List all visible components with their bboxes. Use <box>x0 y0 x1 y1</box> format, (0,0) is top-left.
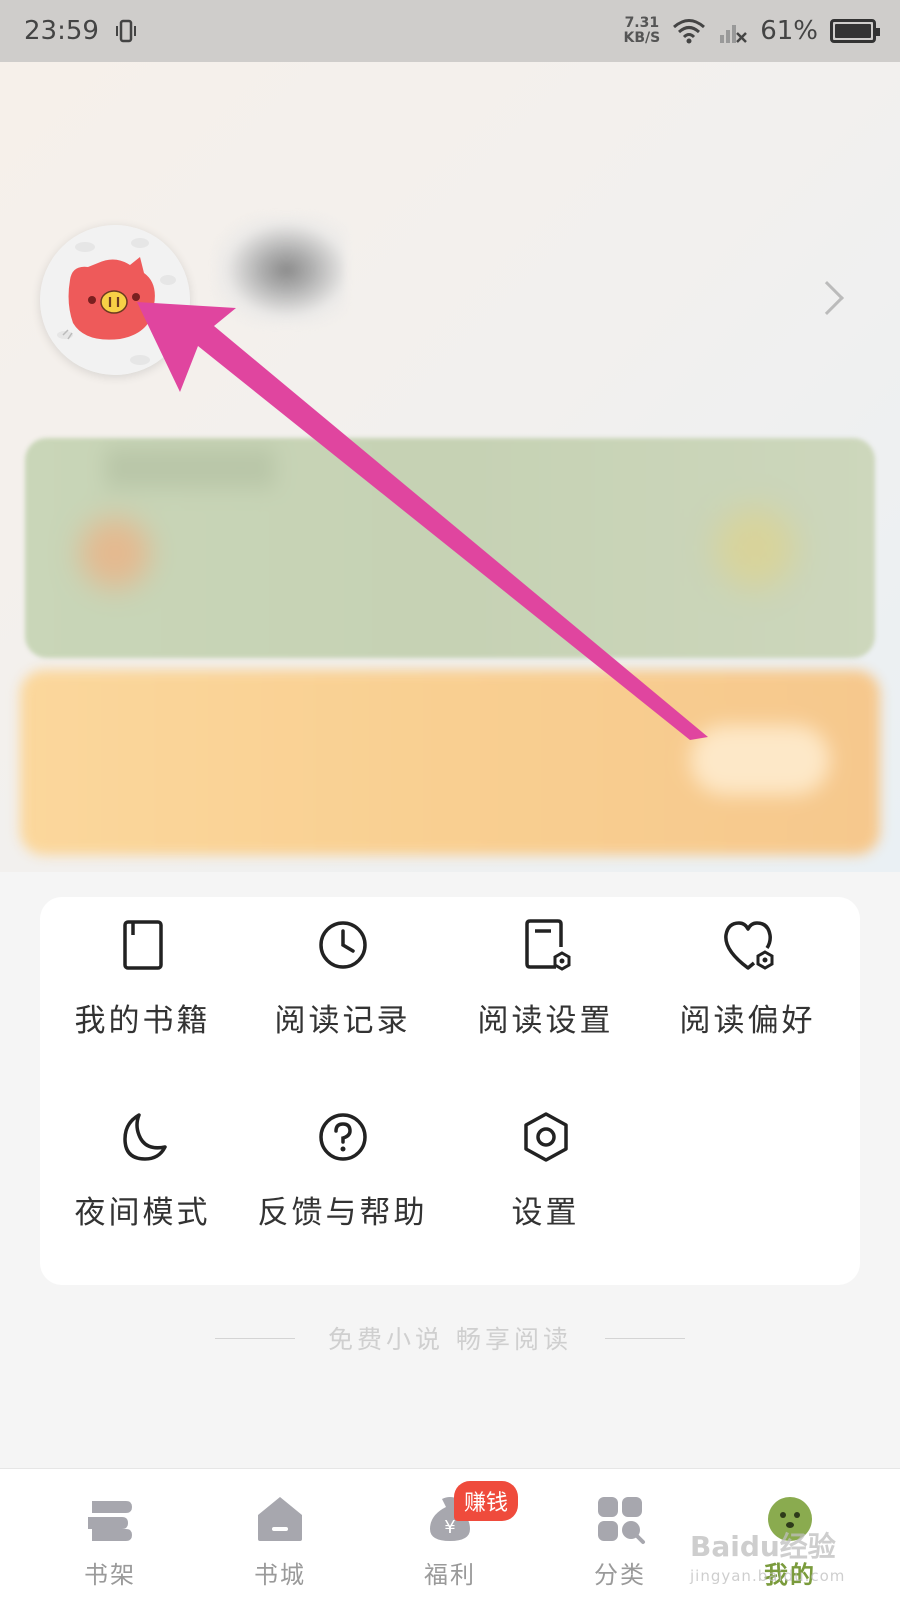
book-icon <box>122 920 163 970</box>
menu-item-settings[interactable]: 设置 <box>443 1089 648 1249</box>
menu-item-label: 阅读记录 <box>274 1003 411 1039</box>
nav-item-bookstore[interactable]: 书城 <box>195 1469 365 1600</box>
menu-item-label: 我的书籍 <box>74 1003 211 1039</box>
status-time: 23:59 <box>24 16 99 46</box>
vip-card-blurred[interactable] <box>25 438 875 658</box>
menu-item-feedback-help[interactable]: 反馈与帮助 <box>240 1089 445 1249</box>
status-right: 7.31 KB/S 61% <box>623 15 880 46</box>
money-bag-wrap: ¥ 赚钱 <box>424 1481 519 1545</box>
tagline-row: 免费小说 畅享阅读 <box>215 1318 685 1358</box>
menu-item-reading-preferences[interactable]: 阅读偏好 <box>645 897 850 1057</box>
watermark-url: jingyan.baidu.com <box>690 1567 846 1585</box>
menu-item-reading-history[interactable]: 阅读记录 <box>240 897 445 1057</box>
nav-item-welfare[interactable]: ¥ 赚钱 福利 <box>365 1469 535 1600</box>
tagline: 免费小说 畅享阅读 <box>328 1325 572 1354</box>
nav-item-bookshelf[interactable]: 书架 <box>25 1469 195 1600</box>
category-grid-icon <box>598 1497 645 1544</box>
status-bar: 23:59 7.31 KB/S 61% <box>0 0 900 62</box>
menu-item-label: 阅读偏好 <box>679 1003 816 1039</box>
menu-item-label: 阅读设置 <box>477 1003 614 1039</box>
clock-icon <box>318 921 367 969</box>
divider <box>604 1337 685 1339</box>
nav-label: 福利 <box>424 1561 476 1589</box>
menu-item-my-books[interactable]: 我的书籍 <box>40 897 245 1057</box>
wifi-icon <box>673 19 706 44</box>
earn-money-badge[interactable]: 赚钱 <box>454 1481 519 1521</box>
watermark-brand: Baidu经验 <box>690 1530 836 1563</box>
hexagon-settings-icon <box>523 1112 568 1162</box>
bookshelf-icon <box>88 1501 132 1541</box>
battery-percent: 61% <box>760 16 818 46</box>
moon-icon <box>122 1113 167 1161</box>
svg-text:¥: ¥ <box>444 1517 455 1538</box>
function-menu: 我的书籍 阅读记录 阅读设置 阅读偏好 夜间模式 反馈与帮助 设置 <box>40 897 860 1285</box>
document-settings-icon <box>524 919 570 971</box>
nav-label: 书架 <box>84 1561 136 1589</box>
promo-banner-blurred[interactable] <box>20 670 880 855</box>
battery-icon <box>830 19 880 43</box>
nav-label: 书城 <box>254 1561 306 1589</box>
nav-item-category[interactable]: 分类 <box>535 1469 705 1600</box>
menu-item-night-mode[interactable]: 夜间模式 <box>40 1089 245 1249</box>
pig-avatar-icon <box>40 225 190 375</box>
menu-item-label: 设置 <box>511 1195 580 1231</box>
menu-item-reading-settings[interactable]: 阅读设置 <box>443 897 648 1057</box>
status-left: 23:59 <box>24 16 139 46</box>
menu-item-label: 夜间模式 <box>74 1195 211 1231</box>
divider <box>215 1337 295 1339</box>
question-icon <box>318 1113 367 1161</box>
nav-label: 分类 <box>594 1561 646 1589</box>
menu-item-label: 反馈与帮助 <box>257 1195 428 1231</box>
baidu-watermark: Baidu经验 jingyan.baidu.com <box>690 1525 890 1585</box>
username-blurred[interactable] <box>215 215 345 325</box>
network-speed: 7.31 KB/S <box>623 15 661 46</box>
vibrate-icon <box>115 19 136 43</box>
heart-settings-icon <box>723 921 773 970</box>
avatar[interactable] <box>40 225 190 375</box>
bookstore-icon <box>258 1497 302 1541</box>
cellular-signal-icon <box>720 25 748 43</box>
